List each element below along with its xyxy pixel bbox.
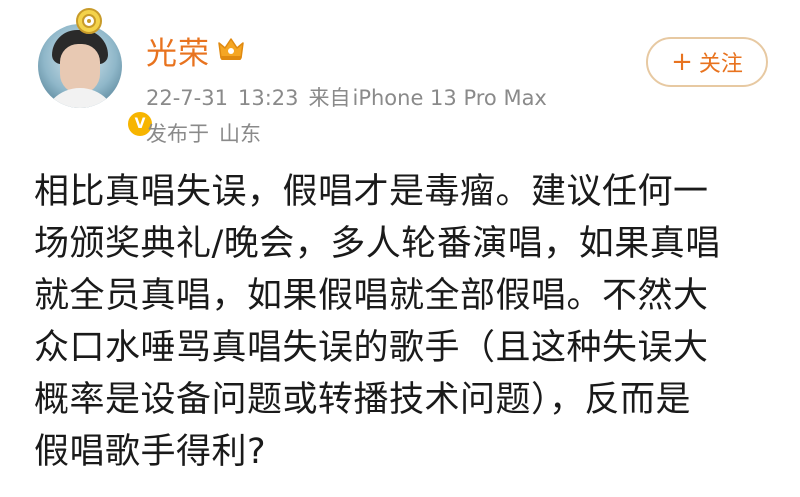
avatar-face	[60, 44, 100, 94]
post-line: 众口水唾骂真唱失误的歌手（且这种失误大	[34, 328, 709, 368]
follow-button-label: 关注	[698, 52, 743, 77]
avatar-image	[38, 24, 122, 108]
post-location: 发布于 山东	[146, 118, 271, 148]
crown-icon	[218, 38, 244, 60]
post-date: 22-7-31	[146, 86, 228, 110]
location-value: 山东	[219, 122, 261, 146]
username[interactable]: 光荣	[146, 28, 210, 73]
follow-button[interactable]: + 关注	[646, 37, 768, 87]
location-label: 发布于	[146, 122, 209, 146]
plus-icon: +	[671, 47, 693, 77]
post-line: 概率是设备问题或转播技术问题），反而是	[34, 380, 692, 420]
post-line: 场颁奖典礼/晚会，多人轮番演唱，如果真唱	[34, 224, 721, 264]
post-line: 相比真唱失误，假唱才是毒瘤。建议任何一	[34, 172, 709, 212]
avatar-shoulders	[42, 88, 118, 108]
post-meta: 22-7-31 13:23 来自iPhone 13 Pro Max	[146, 82, 547, 112]
avatar[interactable]: V	[38, 24, 154, 138]
post-line: 就全员真唱，如果假唱就全部假唱。不然大	[34, 276, 709, 316]
pendant-icon	[76, 8, 102, 34]
source-prefix: 来自	[308, 86, 351, 110]
post-source: iPhone 13 Pro Max	[352, 86, 547, 110]
post-body: 相比真唱失误，假唱才是毒瘤。建议任何一 场颁奖典礼/晚会，多人轮番演唱，如果真唱…	[34, 166, 774, 478]
post-time: 13:23	[237, 86, 299, 110]
post-line: 假唱歌手得利?	[34, 432, 267, 472]
